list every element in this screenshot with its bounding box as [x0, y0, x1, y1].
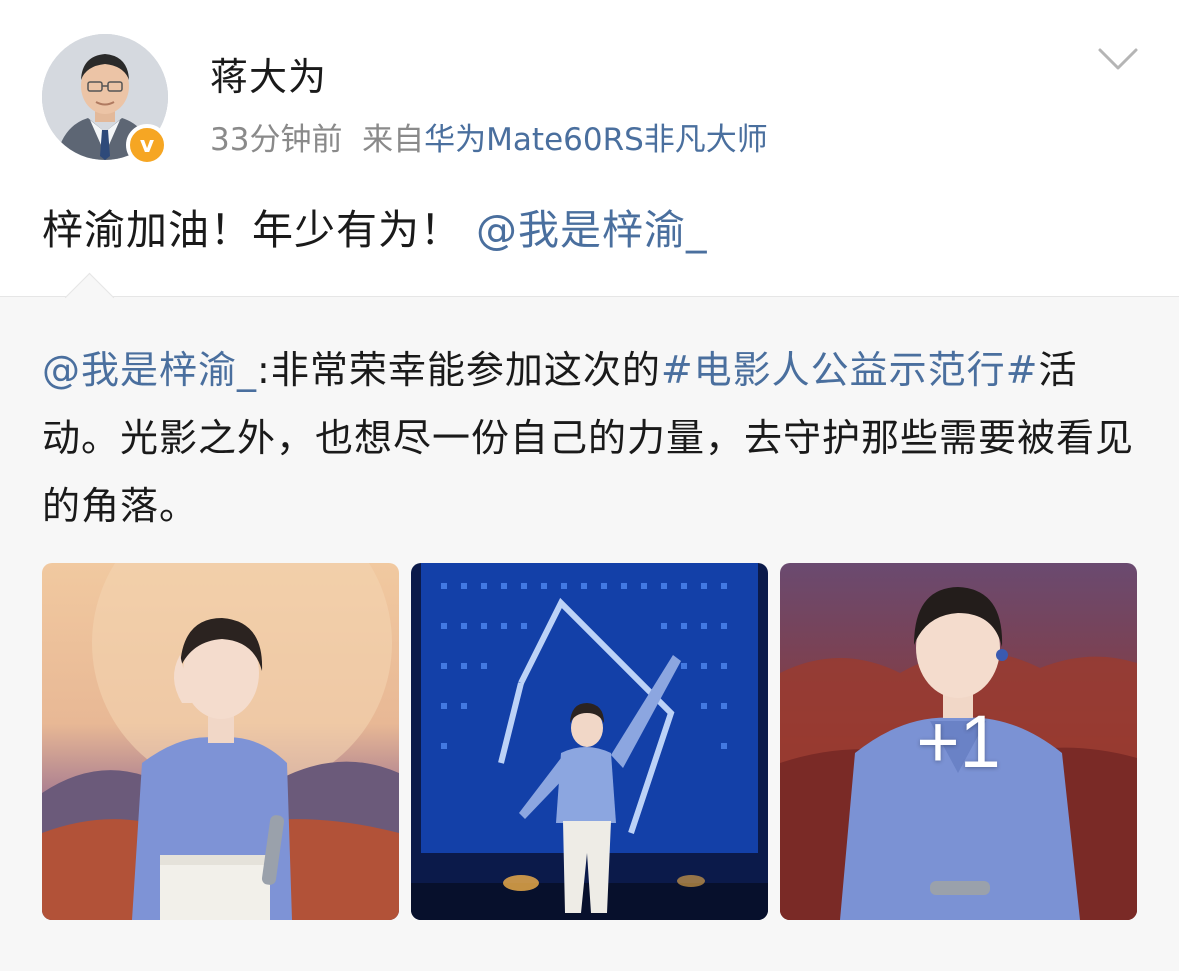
post-meta: 33分钟前 来自华为Mate60RS非凡大师: [210, 114, 768, 159]
post-time: 33分钟前: [210, 122, 343, 158]
repost-image-2[interactable]: [411, 563, 768, 920]
mention-link[interactable]: @我是梓渝_: [476, 206, 708, 254]
post-body: 梓渝加油！年少有为！: [42, 206, 462, 254]
repost-author-mention[interactable]: @我是梓渝_: [42, 348, 257, 392]
hashtag-link[interactable]: #电影人公益示范行#: [661, 348, 1039, 392]
chevron-down-icon[interactable]: [1096, 44, 1140, 74]
repost-image-3[interactable]: +1: [780, 563, 1137, 920]
photo-singer-stage: [411, 563, 768, 920]
verified-badge-icon: v: [126, 124, 168, 166]
author-name[interactable]: 蒋大为: [210, 46, 327, 101]
repost-image-1[interactable]: [42, 563, 399, 920]
repost-text: @我是梓渝_:非常荣幸能参加这次的#电影人公益示范行#活动。光影之外，也想尽一份…: [42, 336, 1142, 540]
weibo-post: v 蒋大为 33分钟前 来自华为Mate60RS非凡大师 梓渝加油！年少有为！ …: [0, 0, 1179, 971]
source-prefix: 来自: [362, 122, 425, 158]
more-images-count[interactable]: +1: [780, 563, 1137, 920]
source-device-link[interactable]: 华为Mate60RS非凡大师: [424, 122, 768, 158]
post-text: 梓渝加油！年少有为！ @我是梓渝_: [42, 196, 708, 256]
photo-singer-sunset: [42, 563, 399, 920]
repost-text-part1: :非常荣幸能参加这次的: [257, 348, 661, 392]
verified-badge-label: v: [139, 132, 155, 158]
